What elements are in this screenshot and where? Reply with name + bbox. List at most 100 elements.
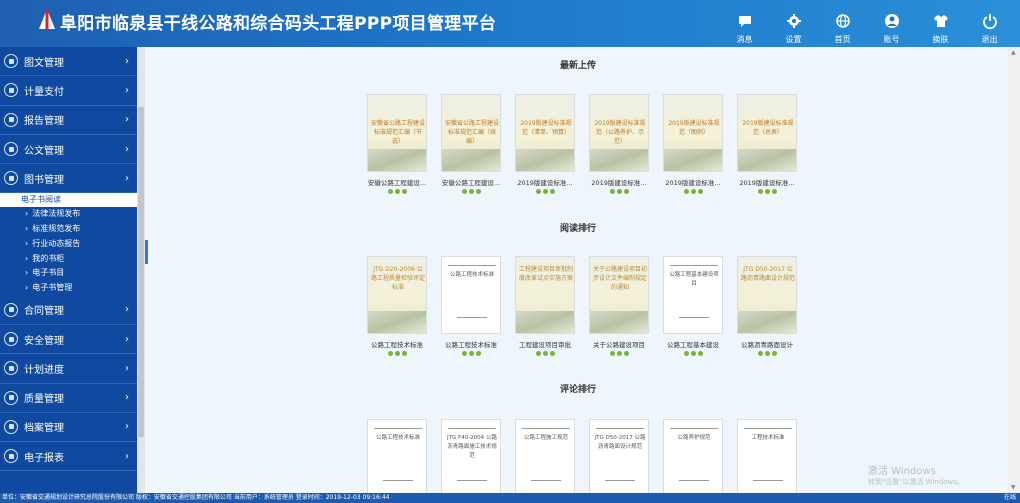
book-cover[interactable]: 工程建设项目审批制度改革试点实施方案 [515, 256, 575, 334]
book-card[interactable]: 公路工程基本建设项目公路工程基本建设 [663, 256, 723, 356]
sidebar-item-label: 计划进度 [24, 364, 64, 376]
book-title[interactable]: 公路工程基本建设 [663, 339, 723, 349]
book-title[interactable]: 公路工程技术标准 [367, 339, 427, 349]
book-card[interactable]: 2019版建设标准规范（图例） 2019版建设标准... [663, 94, 723, 194]
toolbar-gear-button[interactable]: 设置 [769, 10, 818, 44]
sidebar-scrollbar[interactable] [137, 47, 145, 493]
sidebar-item[interactable]: 档案管理 › [0, 413, 137, 443]
sidebar-item[interactable]: 图文管理 › [0, 47, 137, 77]
book-card[interactable]: 工程建设项目审批制度改革试点实施方案工程建设项目审批 [515, 256, 575, 356]
book-title[interactable]: 安徽公路工程建设... [441, 177, 501, 187]
sidebar-sub-item[interactable]: 行业动态报告 [0, 237, 137, 252]
sidebar-item[interactable]: 公文管理 › [0, 135, 137, 165]
main-scrollbar[interactable]: ▲ ▼ [1008, 47, 1020, 493]
toolbar-label: 退出 [981, 35, 998, 44]
sidebar-item[interactable]: 计划进度 › [0, 354, 137, 384]
book-cover[interactable]: 安徽省公路工程建设标准规范汇编（续编） [441, 94, 501, 172]
book-cover[interactable]: 公路工程施工规范 [515, 419, 575, 493]
menu-circle-icon [4, 54, 18, 69]
book-card[interactable]: 工程技术标准 [737, 419, 797, 493]
sidebar-item[interactable]: 合同管理 › [0, 296, 137, 325]
book-cover[interactable]: JTG D50-2017 公路沥青路面设计规范 [589, 419, 649, 493]
book-cover[interactable]: JTG D50-2017 公路沥青路面设计规范 [737, 256, 797, 334]
book-card[interactable]: 关于公路建设项目初步设计文件编制规定的通知关于公路建设项目 [589, 256, 649, 356]
book-card[interactable]: 公路工程技术标准 [367, 419, 427, 493]
sidebar-item-label: 质量管理 [24, 394, 64, 406]
book-card[interactable]: 安徽省公路工程建设标准规范汇编（续编） 安徽公路工程建设... [441, 94, 501, 194]
book-title[interactable]: 2019版建设标准... [663, 177, 723, 187]
book-cover[interactable]: 工程技术标准 [737, 419, 797, 493]
sidebar-item[interactable]: 质量管理 › [0, 384, 137, 413]
book-cover[interactable]: 公路工程技术标准 [367, 419, 427, 493]
sidebar-sub-active[interactable]: 电子书阅读 [0, 193, 137, 208]
book-rating-icons [441, 189, 501, 194]
book-card[interactable]: JTG D50-2017 公路沥青路面设计规范 [589, 419, 649, 493]
toolbar-shirt-button[interactable]: 换肤 [916, 10, 965, 44]
sidebar-scroll-thumb[interactable] [138, 107, 144, 437]
book-cover-text: JTG D50-2017 公路沥青路面设计规范 [594, 435, 646, 450]
book-title[interactable]: 2019版建设标准... [737, 177, 797, 187]
book-cover[interactable]: 公路工程基本建设项目 [663, 256, 723, 334]
sidebar-sub-item[interactable]: 电子书管理 [0, 281, 137, 296]
chevron-right-icon: › [125, 333, 129, 345]
scroll-up-icon[interactable]: ▲ [1011, 49, 1016, 56]
sidebar-sub-item[interactable]: 电子书目 [0, 266, 137, 281]
book-card[interactable]: 2019版建设标准规范（总表） 2019版建设标准... [737, 94, 797, 194]
book-cover[interactable]: 2019版建设标准规范（图例） [663, 94, 723, 172]
book-rating-icons [515, 189, 575, 194]
book-title[interactable]: 公路工程技术标准 [441, 339, 501, 349]
toolbar-label: 首页 [834, 35, 851, 44]
sidebar-item-label: 图文管理 [24, 57, 64, 69]
globe-icon [835, 13, 851, 31]
book-cover[interactable]: 关于公路建设项目初步设计文件编制规定的通知 [589, 256, 649, 334]
book-card[interactable]: 2019版建设标准规范（清单、预算） 2019版建设标准... [515, 94, 575, 194]
sidebar-sub-item[interactable]: 法律法规发布 [0, 207, 137, 222]
book-card[interactable]: JTG D50-2017 公路沥青路面设计规范公路沥青路面设计 [737, 256, 797, 356]
book-title[interactable]: 公路沥青路面设计 [737, 339, 797, 349]
user-icon [884, 13, 900, 31]
toolbar-user-button[interactable]: 账号 [867, 10, 916, 44]
book-cover-text: 公路工程基本建设项目 [669, 272, 719, 287]
book-title[interactable]: 工程建设项目审批 [515, 339, 575, 349]
header-bar: 阜阳市临泉县干线公路和综合码头工程PPP项目管理平台 消息 设置 首页 账号 换肤 退出 [0, 0, 1020, 47]
book-cover[interactable]: 2019版建设标准规范（清单、预算） [515, 94, 575, 172]
book-card[interactable]: JTG F40-2004 公路沥青路面施工技术规范 [441, 419, 501, 493]
toolbar-chat-button[interactable]: 消息 [720, 10, 769, 44]
toolbar-label: 换肤 [932, 35, 949, 44]
book-cover[interactable]: 2019版建设标准规范（公路养护、示范） [589, 94, 649, 172]
book-cover[interactable]: 安徽省公路工程建设标准规范汇编（节选） [367, 94, 427, 172]
book-title[interactable]: 关于公路建设项目 [589, 339, 649, 349]
menu-circle-icon [4, 112, 18, 127]
book-card[interactable]: 安徽省公路工程建设标准规范汇编（节选） 安徽公路工程建设... [367, 94, 427, 194]
menu-circle-icon [4, 83, 18, 98]
book-cover[interactable]: 公路工程技术标准 [441, 256, 501, 334]
menu-circle-icon [4, 332, 18, 347]
chevron-right-icon: › [125, 84, 129, 96]
book-card[interactable]: 公路工程技术标准 公路工程技术标准 [441, 256, 501, 356]
book-card[interactable]: JTG D20-2006 公路工程质量检验评定标准公路工程技术标准 [367, 256, 427, 356]
watermark-line1: 激活 Windows [868, 466, 936, 477]
sidebar-item[interactable]: 安全管理 › [0, 325, 137, 355]
book-card[interactable]: 公路养护规范 [663, 419, 723, 493]
toolbar-globe-button[interactable]: 首页 [818, 10, 867, 44]
sidebar-item[interactable]: 报告管理 › [0, 106, 137, 135]
book-title[interactable]: 2019版建设标准... [515, 177, 575, 187]
book-card[interactable]: 公路工程施工规范 [515, 419, 575, 493]
status-text: 单位：安徽省交通规划设计研究总院股份有限公司 版权：安徽省交通控股集团有限公司 … [2, 494, 390, 501]
sidebar-item[interactable]: 电子报表 › [0, 442, 137, 472]
sidebar-item[interactable]: 计量支付 › [0, 76, 137, 106]
book-cover[interactable]: 2019版建设标准规范（总表） [737, 94, 797, 172]
sidebar-sub-item[interactable]: 我的书柜 [0, 252, 137, 267]
sidebar-item-label: 公文管理 [24, 145, 64, 157]
book-cover[interactable]: JTG D20-2006 公路工程质量检验评定标准 [367, 256, 427, 334]
book-cover[interactable]: JTG F40-2004 公路沥青路面施工技术规范 [441, 419, 501, 493]
book-card[interactable]: 2019版建设标准规范（公路养护、示范） 2019版建设标准... [589, 94, 649, 194]
book-title[interactable]: 安徽公路工程建设... [367, 177, 427, 187]
chevron-right-icon: › [125, 304, 129, 316]
book-title[interactable]: 2019版建设标准... [589, 177, 649, 187]
book-cover[interactable]: 公路养护规范 [663, 419, 723, 493]
sidebar-sub-item[interactable]: 标准规范发布 [0, 222, 137, 237]
scroll-down-icon[interactable]: ▼ [1011, 484, 1016, 491]
sidebar-item[interactable]: 图书管理 › [0, 164, 137, 194]
toolbar-power-button[interactable]: 退出 [965, 10, 1014, 44]
